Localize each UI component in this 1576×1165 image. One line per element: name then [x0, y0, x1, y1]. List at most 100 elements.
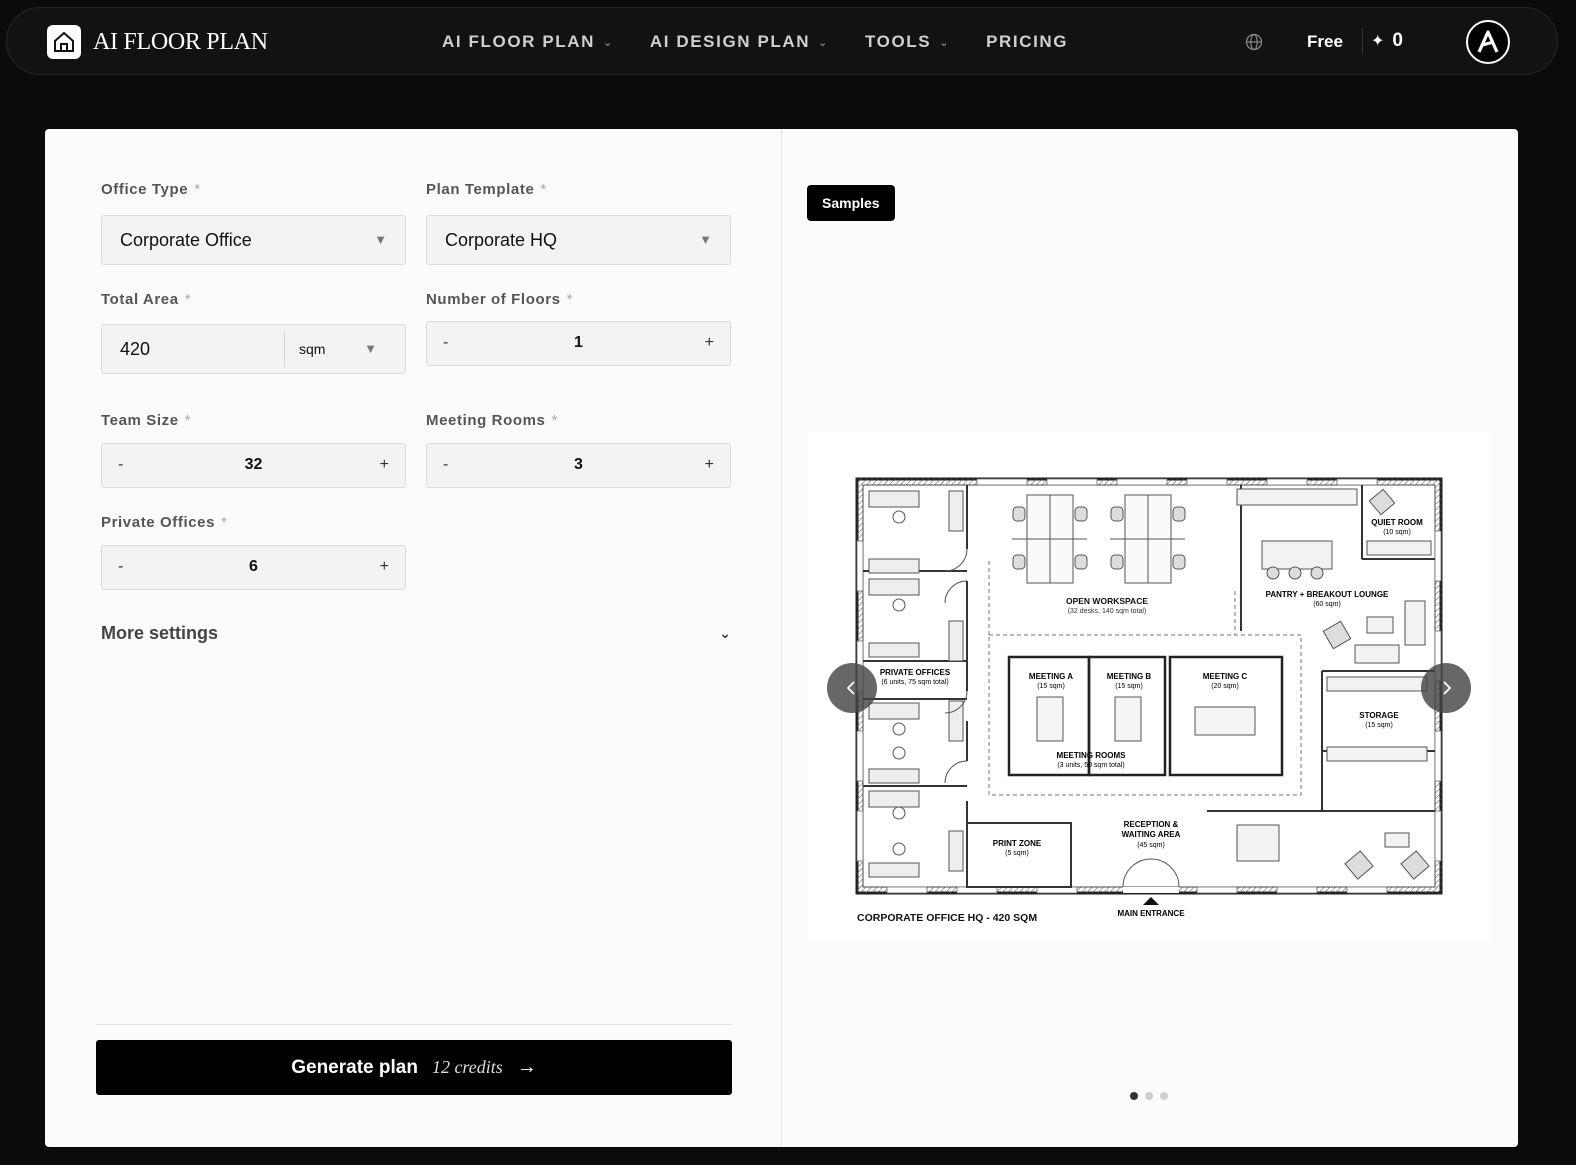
menu-ai-design-plan[interactable]: AI DESIGN PLAN ⌄: [650, 32, 829, 52]
caret-down-icon: ▼: [699, 232, 712, 247]
label-text: Plan Template: [426, 181, 535, 198]
chevron-down-icon: ⌄: [603, 36, 614, 49]
required-mark: *: [551, 412, 558, 429]
required-mark: *: [184, 291, 192, 308]
menu-ai-floor-plan[interactable]: AI FLOOR PLAN ⌄: [442, 32, 614, 52]
next-slide-button[interactable]: [1421, 663, 1471, 713]
plan-label: STORAGE: [1359, 711, 1399, 720]
stepper-value[interactable]: 1: [427, 334, 730, 352]
label-text: Total Area: [101, 291, 179, 308]
required-mark: *: [566, 291, 574, 308]
plan-sublabel: (3 units, 50 sqm total): [1057, 762, 1124, 769]
team-size-stepper: - 32 +: [101, 443, 406, 488]
floor-plan-image: OPEN WORKSPACE (32 desks, 140 sqm total)…: [807, 431, 1491, 943]
plan-label: MEETING B: [1107, 672, 1152, 681]
floor-plan-drawing: OPEN WORKSPACE (32 desks, 140 sqm total)…: [855, 477, 1443, 924]
label-text: Number of Floors: [426, 291, 561, 308]
more-settings-toggle[interactable]: More settings ⌄: [101, 623, 731, 644]
plan-sublabel: (5 sqm): [1005, 850, 1029, 857]
increment-button[interactable]: +: [380, 558, 389, 576]
plan-sublabel: (20 sqm): [1211, 683, 1239, 690]
divider: [96, 1024, 732, 1025]
chevron-left-icon: [846, 681, 855, 695]
meeting-rooms-field: Meeting Rooms *: [426, 412, 558, 429]
increment-button[interactable]: +: [380, 456, 389, 474]
menu-label: TOOLS: [864, 32, 932, 51]
divider: [1362, 28, 1363, 54]
plan-template-select[interactable]: Corporate HQ ▼: [426, 215, 731, 265]
plan-label: MEETING C: [1203, 672, 1248, 681]
plan-template-label: Plan Template *: [426, 181, 547, 198]
more-settings-label: More settings: [101, 623, 219, 643]
total-area-label: Total Area *: [101, 291, 191, 308]
globe-icon[interactable]: [1245, 33, 1263, 56]
private-offices-label: Private Offices *: [101, 514, 228, 531]
office-type-field: Office Type *: [101, 181, 201, 198]
menu-label: AI DESIGN PLAN: [649, 32, 811, 51]
chevron-down-icon: ⌄: [719, 625, 731, 641]
office-type-select[interactable]: Corporate Office ▼: [101, 215, 406, 265]
plan-label: WAITING AREA: [1122, 830, 1181, 839]
plan-label: QUIET ROOM: [1371, 518, 1423, 527]
private-offices-field: Private Offices *: [101, 514, 228, 531]
meeting-rooms-stepper: - 3 +: [426, 443, 731, 488]
generate-plan-button[interactable]: Generate plan 12 credits →: [96, 1040, 732, 1095]
arrow-right-icon: →: [516, 1056, 537, 1078]
total-area-input-group: 420 sqm ▼: [101, 324, 406, 374]
floors-stepper: - 1 +: [426, 321, 731, 366]
plan-sublabel: (15 sqm): [1037, 683, 1065, 690]
divider: [284, 331, 285, 367]
area-unit-select[interactable]: sqm: [299, 341, 325, 357]
plan-sublabel: (32 desks, 140 sqm total): [1068, 608, 1147, 615]
plan-label: MAIN ENTRANCE: [1117, 909, 1185, 918]
plan-label: OPEN WORKSPACE: [1066, 596, 1148, 606]
total-area-input[interactable]: 420: [120, 339, 150, 360]
required-mark: *: [194, 181, 201, 198]
label-text: Meeting Rooms: [426, 412, 546, 429]
plan-sublabel: (60 sqm): [1313, 601, 1341, 608]
menu-label: AI FLOOR PLAN: [442, 32, 596, 51]
plan-sublabel: (6 units, 75 sqm total): [881, 679, 948, 686]
increment-button[interactable]: +: [705, 456, 714, 474]
avatar[interactable]: [1466, 20, 1510, 64]
plan-template-field: Plan Template *: [426, 181, 547, 198]
slide-indicators: [1130, 1092, 1168, 1100]
label-text: Private Offices: [101, 514, 216, 531]
required-mark: *: [221, 514, 228, 531]
stepper-value[interactable]: 3: [427, 456, 730, 474]
plan-sublabel: (15 sqm): [1365, 722, 1393, 729]
private-offices-stepper: - 6 +: [101, 545, 406, 590]
slide-dot[interactable]: [1160, 1092, 1168, 1100]
stepper-value[interactable]: 6: [102, 558, 405, 576]
increment-button[interactable]: +: [705, 334, 714, 352]
samples-button[interactable]: Samples: [807, 185, 895, 221]
slide-dot[interactable]: [1130, 1092, 1138, 1100]
menu-label: PRICING: [986, 32, 1069, 51]
brand-logo[interactable]: AI FLOOR PLAN: [47, 25, 268, 59]
required-mark: *: [540, 181, 547, 198]
floors-label: Number of Floors *: [426, 291, 573, 308]
panel-divider: [781, 129, 782, 1147]
generate-credits: 12 credits: [431, 1057, 503, 1077]
office-type-label: Office Type *: [101, 181, 201, 198]
team-size-label: Team Size *: [101, 412, 191, 429]
select-value: Corporate HQ: [445, 229, 558, 250]
plan-badge[interactable]: Free: [1307, 32, 1343, 52]
prev-slide-button[interactable]: [827, 663, 877, 713]
stepper-value[interactable]: 32: [102, 456, 405, 474]
sparkle-icon: ✦: [1371, 33, 1385, 50]
plan-label: MEETING A: [1029, 672, 1073, 681]
generate-label: Generate plan: [291, 1056, 418, 1078]
plan-sublabel: (10 sqm): [1383, 529, 1411, 536]
brand-name: AI FLOOR PLAN: [93, 28, 268, 55]
menu-tools[interactable]: TOOLS ⌄: [865, 32, 950, 52]
plan-label: PRINT ZONE: [993, 839, 1042, 848]
plan-label: RECEPTION &: [1124, 820, 1179, 829]
menu-pricing[interactable]: PRICING: [986, 32, 1068, 52]
plan-label: MEETING ROOMS: [1057, 751, 1127, 760]
team-size-field: Team Size *: [101, 412, 191, 429]
slide-dot[interactable]: [1145, 1092, 1153, 1100]
top-navbar: AI FLOOR PLAN AI FLOOR PLAN ⌄ AI DESIGN P…: [6, 7, 1558, 75]
credits-counter[interactable]: ✦ 0: [1371, 30, 1403, 52]
label-text: Office Type: [101, 181, 189, 198]
